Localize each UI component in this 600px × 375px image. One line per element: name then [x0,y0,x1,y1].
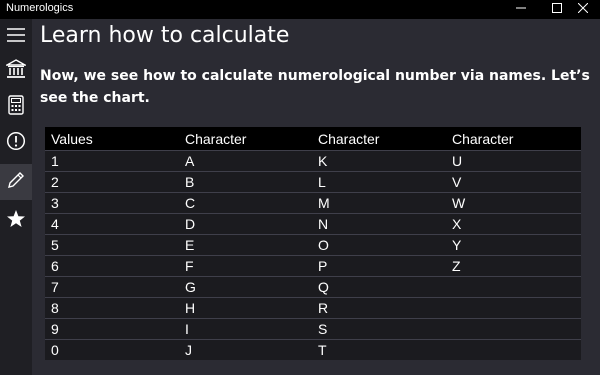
table-cell: X [446,213,581,235]
table-cell: 9 [45,318,179,340]
table-cell: O [312,234,446,256]
table-cell: S [312,318,446,340]
table-cell: D [179,213,312,235]
page-title: Learn how to calculate [40,23,290,48]
table-cell: L [312,171,446,193]
table-header-row: Values Character Character Character [45,127,581,151]
star-icon [6,209,26,233]
app-title: Numerologics [6,2,74,14]
table-cell: 2 [45,171,179,193]
table-cell: J [179,339,312,360]
title-bar: Numerologics [0,0,600,19]
hamburger-menu-icon [6,27,26,47]
table-row: 6 F P Z [45,255,581,277]
table-cell: Z [446,255,581,277]
table-row: 7 G Q [45,276,581,298]
table-row: 3 C M W [45,192,581,214]
table-row: 1 A K U [45,150,581,172]
table-cell: 8 [45,297,179,319]
table-cell: A [179,150,312,172]
numerology-chart-table: Values Character Character Character 1 A… [45,127,581,360]
table-cell: R [312,297,446,319]
table-cell: 4 [45,213,179,235]
sidebar [0,19,32,375]
minimize-icon [516,3,526,16]
table-cell: V [446,171,581,193]
table-cell: G [179,276,312,298]
table-cell: M [312,192,446,214]
table-cell: 3 [45,192,179,214]
table-cell: 1 [45,150,179,172]
bank-icon [4,59,28,83]
nav-item-about[interactable] [0,125,32,161]
table-cell: E [179,234,312,256]
table-cell: Y [446,234,581,256]
intro-text: Now, we see how to calculate numerologic… [40,68,590,106]
table-cell: P [312,255,446,277]
table-cell: Q [312,276,446,298]
table-row: 2 B L V [45,171,581,193]
table-row: 0 J T [45,339,581,360]
table-cell: 7 [45,276,179,298]
table-cell [446,297,581,319]
table-cell: 6 [45,255,179,277]
table-cell: H [179,297,312,319]
close-button[interactable] [566,0,600,19]
nav-item-favorites[interactable] [0,203,32,239]
table-cell: 0 [45,339,179,360]
nav-item-calculator[interactable] [0,89,32,125]
column-header: Values [45,127,179,151]
minimize-button[interactable] [502,0,540,19]
table-cell: B [179,171,312,193]
nav-item-learn[interactable] [0,164,32,200]
main-content: Learn how to calculate Now, we see how t… [32,19,600,375]
table-cell: T [312,339,446,360]
table-cell [446,339,581,360]
column-header: Character [446,127,581,151]
column-header: Character [179,127,312,151]
calculator-icon [8,95,24,119]
close-icon [577,2,589,16]
table-cell: N [312,213,446,235]
column-header: Character [312,127,446,151]
table-row: 8 H R [45,297,581,319]
maximize-icon [552,3,562,16]
table-cell: F [179,255,312,277]
table-row: 4 D N X [45,213,581,235]
nav-item-home[interactable] [0,53,32,89]
table-cell: U [446,150,581,172]
hamburger-menu-button[interactable] [0,19,32,55]
table-row: 9 I S [45,318,581,340]
table-cell: K [312,150,446,172]
table-cell: W [446,192,581,214]
table-row: 5 E O Y [45,234,581,256]
table-cell: 5 [45,234,179,256]
table-cell: C [179,192,312,214]
table-cell [446,318,581,340]
table-cell [446,276,581,298]
info-circle-icon [6,131,26,155]
pencil-icon [6,170,26,194]
table-cell: I [179,318,312,340]
